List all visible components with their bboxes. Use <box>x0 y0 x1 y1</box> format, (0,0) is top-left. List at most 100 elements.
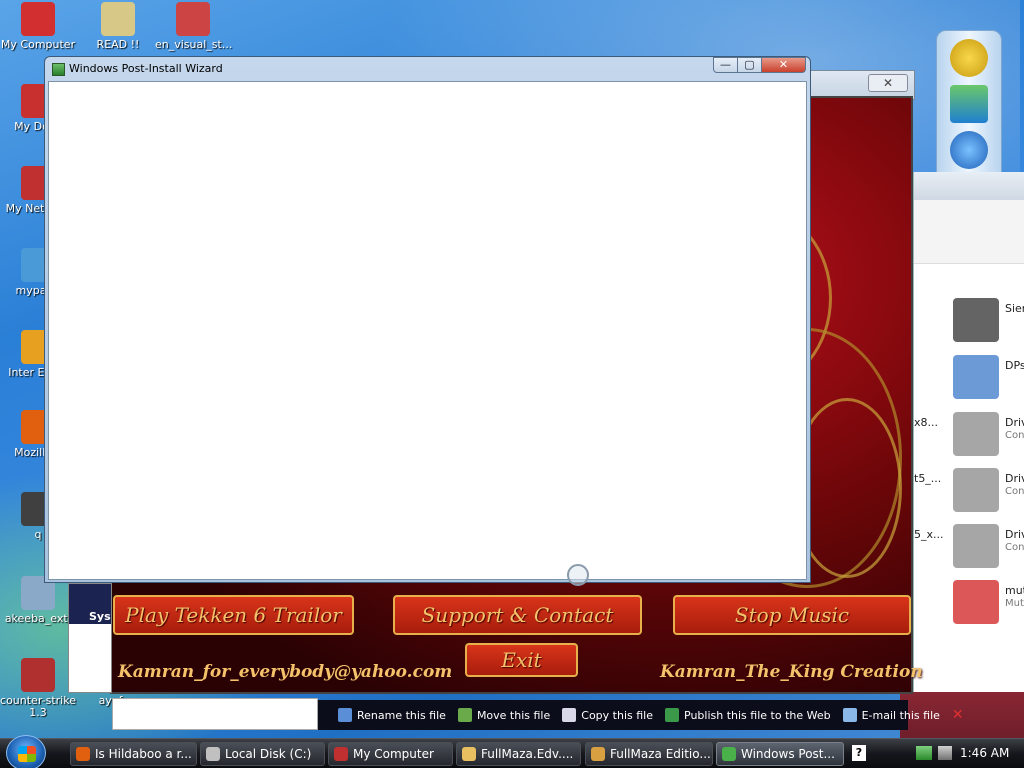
email-icon <box>842 708 857 722</box>
text-file-icon <box>101 2 135 36</box>
file-icon <box>953 355 999 399</box>
file-icon <box>953 580 999 624</box>
taskbar-button-label: Windows Post... <box>741 747 835 761</box>
taskbar-button-label: Is Hildaboo a r... <box>95 747 192 761</box>
autorun-close-button[interactable]: ✕ <box>868 74 908 92</box>
creator-credit: Kamran_The_King Creation <box>660 662 923 682</box>
autorun-app-icon <box>591 747 605 761</box>
file-icon <box>953 524 999 568</box>
monitor-gadget-icon[interactable] <box>950 85 988 123</box>
taskbar-button-label: FullMaza Editio... <box>610 747 711 761</box>
explorer-file-item[interactable]: mutMute <box>953 580 1024 624</box>
support-contact-button[interactable]: Support & Contact <box>393 595 642 635</box>
taskbar-button-label: My Computer <box>353 747 434 761</box>
file-icon <box>953 468 999 512</box>
explorer-file-name-fragment: t5_... <box>914 472 942 485</box>
my-computer-icon <box>21 2 55 36</box>
file-task-link[interactable]: Move this file <box>457 708 551 722</box>
explorer-file-item[interactable]: DPsI <box>953 355 1024 399</box>
taskbar-button[interactable]: FullMaza.Edv.... <box>456 742 581 766</box>
stop-music-button[interactable]: Stop Music <box>673 595 911 635</box>
my-computer-icon <box>334 747 348 761</box>
file-name: Driv <box>1005 528 1024 541</box>
desktop-icon-label: en_visual_st... <box>155 38 233 51</box>
taskbar-button[interactable]: My Computer <box>328 742 453 766</box>
file-task-link[interactable]: Publish this file to the Web <box>665 708 831 722</box>
file-task-label: Move this file <box>476 708 551 722</box>
file-name: Driv <box>1005 472 1024 485</box>
volume-icon[interactable] <box>938 746 952 760</box>
desktop-icon-label: counter-strike 1.3 <box>0 694 76 719</box>
desktop-icon[interactable]: counter-strike 1.3 <box>0 658 76 719</box>
zip-archive-icon <box>21 658 55 692</box>
help-icon[interactable]: ? <box>852 745 866 761</box>
windows-sidebar <box>936 30 1002 180</box>
explorer-details-area <box>112 698 318 730</box>
busy-cursor-icon <box>567 564 589 586</box>
file-detail: Con 1 KE <box>1005 486 1024 497</box>
rename-icon <box>338 708 352 722</box>
close-button[interactable]: ✕ <box>761 57 806 73</box>
file-icon <box>953 298 999 342</box>
clock-gadget-icon[interactable] <box>950 39 988 77</box>
file-name: mut <box>1005 584 1024 597</box>
file-task-label: Publish this file to the Web <box>684 708 831 722</box>
copy-icon <box>562 708 577 722</box>
contact-email: Kamran_for_everybody@yahoo.com <box>118 662 453 682</box>
file-name: DPsI <box>1005 359 1024 372</box>
exit-button[interactable]: Exit <box>465 643 578 677</box>
wizard-title: Windows Post-Install Wizard <box>69 62 223 75</box>
desktop-icon-label: My Computer <box>0 38 76 51</box>
minimize-button[interactable]: — <box>713 57 738 73</box>
clock[interactable]: 1:46 AM <box>960 746 1009 760</box>
folder-icon <box>462 747 476 761</box>
taskbar-button-label: Local Disk (C:) <box>225 747 312 761</box>
file-icon <box>953 412 999 456</box>
explorer-file-item[interactable]: Sierr <box>953 298 1024 342</box>
firefox-icon <box>76 747 90 761</box>
file-task-link[interactable]: Rename this file <box>338 708 446 722</box>
local-disk-icon <box>206 747 220 761</box>
taskbar-button-label: FullMaza.Edv.... <box>481 747 574 761</box>
ie-gadget-icon[interactable] <box>950 131 988 169</box>
explorer-file-item[interactable]: DrivCon 1 KE <box>953 468 1024 512</box>
taskbar: Is Hildaboo a r... Local Disk (C:) My Comp… <box>0 735 1024 768</box>
file-task-link[interactable]: Copy this file <box>562 708 653 722</box>
desktop-icon[interactable]: My Computer <box>0 2 76 51</box>
desktop-icon-label: akeeba_ext. <box>4 612 72 625</box>
desktop-icon[interactable]: READ !! <box>80 2 156 51</box>
maximize-button[interactable]: ▢ <box>737 57 762 73</box>
taskbar-button[interactable]: Windows Post... <box>716 742 844 766</box>
taskbar-button[interactable]: Is Hildaboo a r... <box>70 742 197 766</box>
system-panel: Sys <box>68 583 112 693</box>
explorer-file-item[interactable]: DrivCon 4 KE <box>953 524 1024 568</box>
network-icon[interactable] <box>916 746 932 760</box>
system-panel-label: Sys <box>69 584 111 624</box>
explorer-file-name-fragment: x8... <box>914 416 938 429</box>
file-detail: Mute <box>1005 598 1024 609</box>
file-name: Sierr <box>1005 302 1024 315</box>
taskbar-button[interactable]: FullMaza Editio... <box>585 742 713 766</box>
file-task-label: Rename this file <box>357 708 446 722</box>
close-file-tasks-icon[interactable]: ✕ <box>952 707 964 723</box>
windows-logo-icon <box>18 746 36 762</box>
desktop-icon[interactable]: akeeba_ext. <box>0 576 76 625</box>
desktop-icon[interactable]: en_visual_st... <box>155 2 233 51</box>
system-tray: ? 1:46 AM <box>846 741 1024 767</box>
post-install-wizard-window[interactable]: Windows Post-Install Wizard — ▢ ✕ <box>44 56 811 583</box>
start-button[interactable] <box>6 735 46 768</box>
file-detail: Con 1 KE <box>1005 430 1024 441</box>
play-trailer-button[interactable]: Play Tekken 6 Trailor <box>113 595 354 635</box>
taskbar-button[interactable]: Local Disk (C:) <box>200 742 325 766</box>
wizard-app-icon <box>52 63 65 76</box>
file-name: Driv <box>1005 416 1024 429</box>
file-task-label: E-mail this file <box>861 708 940 722</box>
disc-image-icon <box>176 2 210 36</box>
explorer-address-area <box>914 200 1024 264</box>
file-detail: Con 4 KE <box>1005 542 1024 553</box>
explorer-file-item[interactable]: DrivCon 1 KE <box>953 412 1024 456</box>
file-tasks-bar: Rename this file Move this file Copy this … <box>318 700 964 730</box>
move-icon <box>457 708 472 722</box>
file-task-link[interactable]: E-mail this file <box>842 708 940 722</box>
wizard-app-icon <box>722 747 736 761</box>
